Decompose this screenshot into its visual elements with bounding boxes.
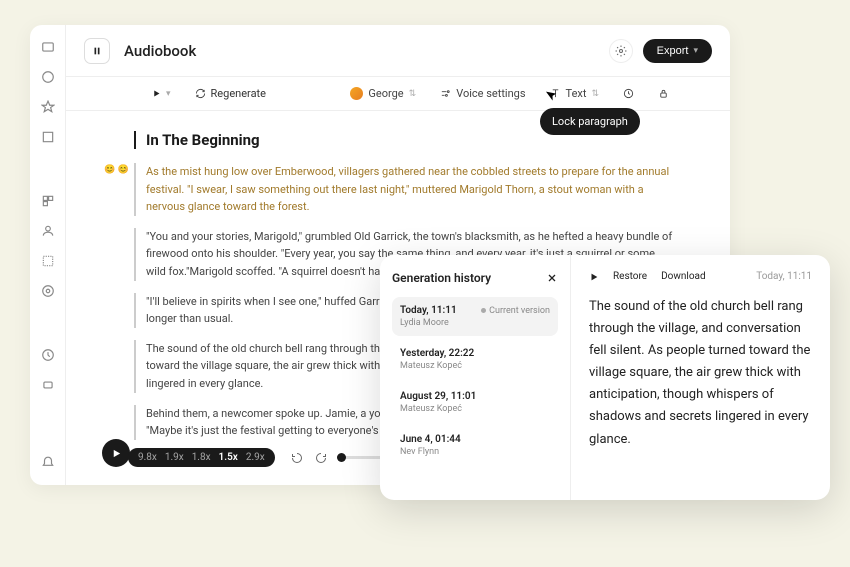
notifications-icon[interactable] (40, 455, 56, 471)
history-item[interactable]: Yesterday, 22:22 Mateusz Kopeć (392, 340, 558, 379)
voice-settings-button[interactable]: Voice settings (434, 84, 531, 103)
history-panel: Generation history Today, 11:11 Current … (380, 255, 830, 500)
restore-button[interactable]: Restore (613, 271, 647, 282)
history-time: Today, 11:11 (400, 305, 457, 316)
header-bar: Audiobook Export ▾ (66, 25, 730, 77)
paragraph-text: As the mist hung low over Emberwood, vil… (146, 165, 669, 213)
rail-icon-7[interactable] (40, 253, 56, 269)
forward-icon[interactable] (313, 450, 329, 466)
rail-icon-5[interactable] (40, 193, 56, 209)
rail-icon-9[interactable] (40, 347, 56, 363)
voice-settings-label: Voice settings (456, 87, 525, 100)
rail-icon-4[interactable] (40, 129, 56, 145)
history-time: August 29, 11:01 (400, 391, 476, 402)
export-button[interactable]: Export ▾ (643, 39, 712, 63)
toolbar: ▾ Regenerate George ⇅ Voice settings Tex… (66, 77, 730, 111)
history-time: Yesterday, 22:22 (400, 348, 474, 359)
page-title: Audiobook (124, 42, 196, 60)
chevron-down-icon: ▾ (693, 45, 698, 56)
history-author: Lydia Moore (400, 318, 550, 328)
chevron-down-icon: ▾ (166, 89, 171, 99)
rail-icon-1[interactable] (40, 39, 56, 55)
regenerate-button[interactable]: Regenerate (189, 84, 272, 103)
regenerate-label: Regenerate (211, 87, 266, 100)
history-item[interactable]: June 4, 01:44 Nev Flynn (392, 426, 558, 465)
paragraph[interactable]: 😊 😊 As the mist hung low over Emberwood,… (134, 163, 675, 216)
play-dropdown[interactable]: ▾ (146, 86, 177, 102)
paragraph-emoji-icons: 😊 😊 (104, 163, 129, 177)
speed-option[interactable]: 2.9x (246, 452, 265, 463)
playback-bar: 9.8x 1.9x 1.8x 1.5x 2.9x (128, 448, 385, 467)
volume-slider[interactable] (337, 456, 385, 459)
history-preview: Restore Download Today, 11:11 The sound … (571, 255, 830, 500)
preview-play-button[interactable] (589, 272, 599, 282)
history-item[interactable]: Today, 11:11 Current version Lydia Moore (392, 297, 558, 336)
history-button[interactable] (617, 85, 640, 102)
history-list: Generation history Today, 11:11 Current … (380, 255, 570, 500)
pause-button[interactable] (84, 38, 110, 64)
speed-option[interactable]: 1.5x (219, 452, 238, 463)
history-panel-title: Generation history (392, 271, 491, 285)
rail-icon-8[interactable] (40, 283, 56, 299)
preview-timestamp: Today, 11:11 (756, 271, 812, 282)
left-sidebar (30, 25, 66, 485)
history-author: Nev Flynn (400, 447, 550, 457)
history-author: Mateusz Kopeć (400, 361, 550, 371)
download-button[interactable]: Download (661, 271, 706, 282)
rail-icon-2[interactable] (40, 69, 56, 85)
lock-button[interactable] (652, 85, 675, 102)
history-badge: Current version (481, 306, 550, 316)
rail-icon-10[interactable] (40, 377, 56, 393)
history-author: Mateusz Kopeć (400, 404, 550, 414)
lock-tooltip: Lock paragraph (540, 108, 640, 135)
export-label: Export (657, 45, 689, 57)
chevron-updown-icon: ⇅ (591, 89, 599, 99)
rewind-icon[interactable] (289, 450, 305, 466)
rail-icon-3[interactable] (40, 99, 56, 115)
speed-option[interactable]: 1.8x (192, 452, 211, 463)
history-item[interactable]: August 29, 11:01 Mateusz Kopeć (392, 383, 558, 422)
speed-option[interactable]: 9.8x (138, 452, 157, 463)
voice-selector[interactable]: George ⇅ (344, 84, 422, 103)
settings-button[interactable] (609, 39, 633, 63)
preview-text: The sound of the old church bell rang th… (589, 296, 812, 451)
rail-icon-6[interactable] (40, 223, 56, 239)
close-button[interactable] (546, 272, 558, 284)
text-label: Text (566, 87, 587, 100)
voice-avatar-icon (350, 87, 363, 100)
chevron-updown-icon: ⇅ (409, 89, 417, 99)
speed-option[interactable]: 1.9x (165, 452, 184, 463)
voice-name: George (368, 87, 403, 100)
big-play-button[interactable] (102, 439, 130, 467)
speed-selector[interactable]: 9.8x 1.9x 1.8x 1.5x 2.9x (128, 448, 275, 467)
history-time: June 4, 01:44 (400, 434, 461, 445)
